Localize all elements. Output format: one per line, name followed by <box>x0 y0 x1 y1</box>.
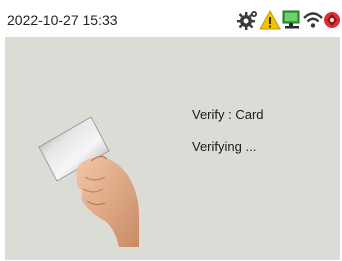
wifi-icon <box>303 9 323 36</box>
warning-icon <box>259 9 281 36</box>
status-bar: 2022-10-27 15:33 <box>5 5 340 37</box>
date-time: 2022-10-27 15:33 <box>7 12 118 28</box>
card-swipe-illustration <box>35 116 145 247</box>
network-monitor-icon <box>281 9 303 36</box>
device-screen: 2022-10-27 15:33 Verify: Card Verifying… <box>5 5 340 260</box>
verify-mode-text: Verify : Card <box>192 107 264 122</box>
gear-icon <box>236 9 258 36</box>
alarm-icon <box>323 9 340 36</box>
verify-panel: Verify : Card Verifying ... <box>5 37 340 260</box>
status-icons <box>230 9 340 33</box>
verify-status-text: Verifying ... <box>192 139 257 154</box>
